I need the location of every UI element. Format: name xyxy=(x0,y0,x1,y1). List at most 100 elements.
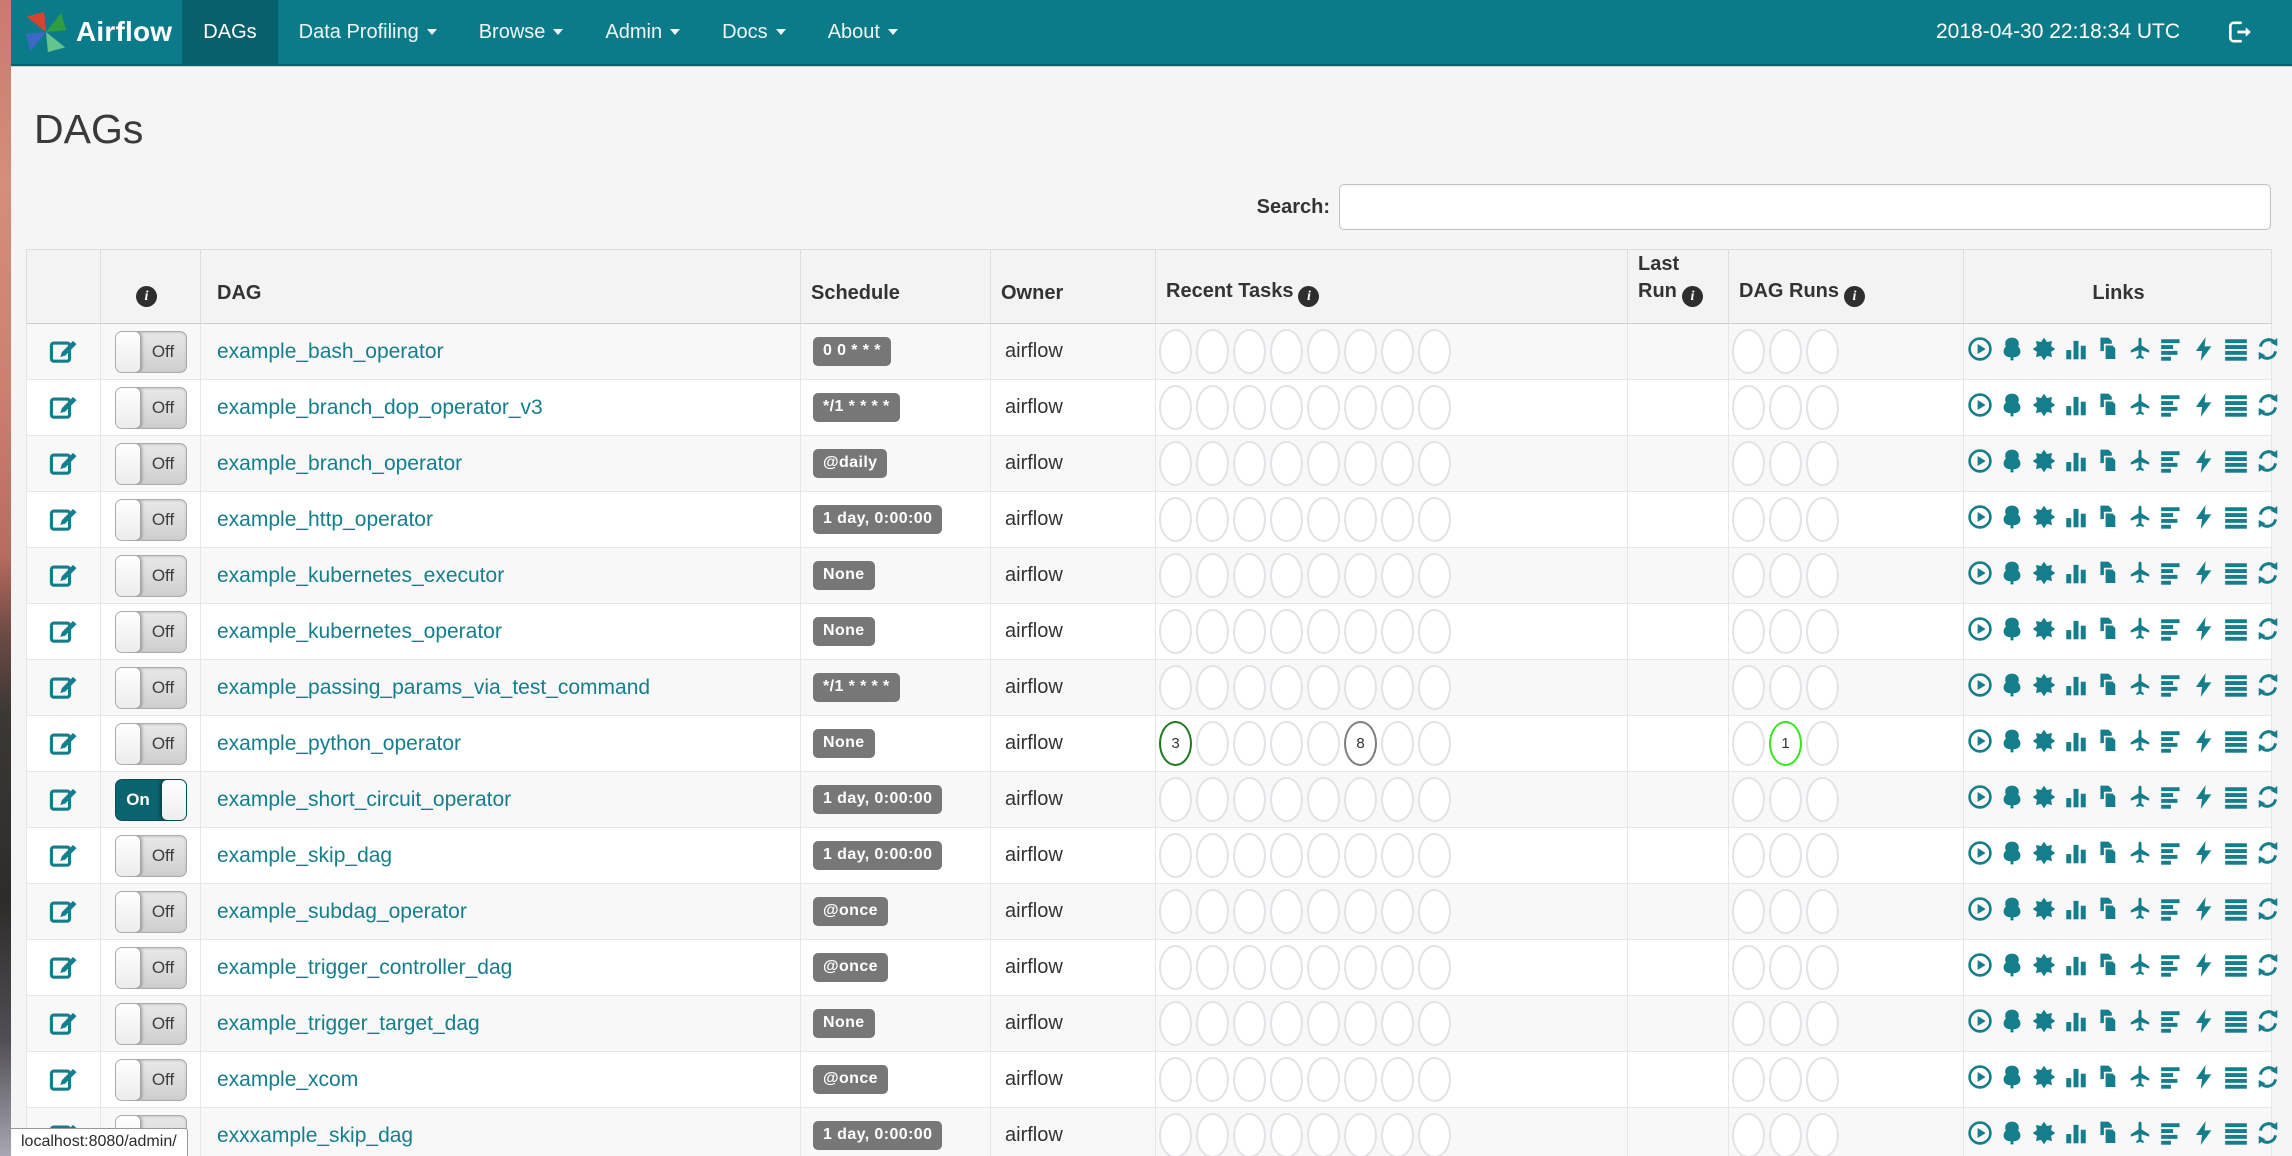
dag-pause-toggle[interactable]: Off xyxy=(114,498,187,541)
recent-task-circle[interactable] xyxy=(1381,441,1414,486)
task-duration-icon[interactable] xyxy=(2063,952,2089,978)
schedule-badge[interactable]: */1 * * * * xyxy=(813,393,900,422)
recent-task-circle[interactable] xyxy=(1159,1113,1192,1156)
recent-task-circle[interactable] xyxy=(1344,609,1377,654)
recent-task-circle[interactable] xyxy=(1159,777,1192,822)
dag-pause-toggle[interactable]: Off xyxy=(114,834,187,877)
dag-run-circle[interactable] xyxy=(1732,777,1765,822)
recent-task-circle[interactable] xyxy=(1307,889,1340,934)
edit-dag-icon[interactable] xyxy=(49,729,78,758)
recent-task-circle[interactable] xyxy=(1270,441,1303,486)
details-icon[interactable] xyxy=(2223,1008,2249,1034)
nav-item-docs[interactable]: Docs xyxy=(701,0,807,64)
dag-pause-toggle[interactable]: Off xyxy=(114,386,187,429)
recent-task-circle[interactable] xyxy=(1344,1001,1377,1046)
dag-run-circle[interactable] xyxy=(1769,1057,1802,1102)
recent-task-circle[interactable] xyxy=(1196,553,1229,598)
recent-task-circle[interactable] xyxy=(1418,889,1451,934)
landing-times-icon[interactable] xyxy=(2127,560,2153,586)
details-icon[interactable] xyxy=(2223,448,2249,474)
nav-item-data-profiling[interactable]: Data Profiling xyxy=(278,0,458,64)
dag-name-link[interactable]: example_http_operator xyxy=(217,508,433,531)
search-input[interactable] xyxy=(1339,184,2271,230)
recent-task-circle[interactable] xyxy=(1307,945,1340,990)
dag-pause-toggle[interactable]: Off xyxy=(114,554,187,597)
graph-view-icon[interactable] xyxy=(2031,784,2057,810)
recent-task-circle[interactable] xyxy=(1418,777,1451,822)
task-duration-icon[interactable] xyxy=(2063,840,2089,866)
gantt-icon[interactable] xyxy=(2159,392,2185,418)
gantt-icon[interactable] xyxy=(2159,672,2185,698)
recent-task-circle[interactable]: 8 xyxy=(1344,721,1377,766)
recent-task-circle[interactable] xyxy=(1381,889,1414,934)
trigger-dag-icon[interactable] xyxy=(1967,336,1993,362)
dag-run-circle[interactable] xyxy=(1732,889,1765,934)
schedule-badge[interactable]: @once xyxy=(813,897,888,926)
details-icon[interactable] xyxy=(2223,672,2249,698)
landing-times-icon[interactable] xyxy=(2127,840,2153,866)
recent-task-circle[interactable] xyxy=(1381,777,1414,822)
recent-task-circle[interactable] xyxy=(1196,1113,1229,1156)
tree-view-icon[interactable] xyxy=(1999,952,2025,978)
dag-run-circle[interactable] xyxy=(1732,441,1765,486)
recent-task-circle[interactable] xyxy=(1196,497,1229,542)
recent-task-circle[interactable] xyxy=(1196,385,1229,430)
recent-task-circle[interactable] xyxy=(1344,441,1377,486)
details-icon[interactable] xyxy=(2223,560,2249,586)
recent-task-circle[interactable] xyxy=(1270,553,1303,598)
recent-task-circle[interactable] xyxy=(1418,1001,1451,1046)
schedule-badge[interactable]: 1 day, 0:00:00 xyxy=(813,785,943,814)
code-icon[interactable] xyxy=(2191,336,2217,362)
recent-task-circle[interactable] xyxy=(1233,777,1266,822)
dag-pause-toggle[interactable]: Off xyxy=(114,330,187,373)
recent-task-circle[interactable] xyxy=(1159,1057,1192,1102)
refresh-icon[interactable] xyxy=(2255,784,2281,810)
dag-name-link[interactable]: example_subdag_operator xyxy=(217,900,467,923)
landing-times-icon[interactable] xyxy=(2127,392,2153,418)
task-duration-icon[interactable] xyxy=(2063,728,2089,754)
task-duration-icon[interactable] xyxy=(2063,1120,2089,1146)
dag-run-circle[interactable] xyxy=(1732,497,1765,542)
recent-task-circle[interactable] xyxy=(1196,721,1229,766)
recent-task-circle[interactable] xyxy=(1307,833,1340,878)
dag-run-circle[interactable] xyxy=(1806,1057,1839,1102)
nav-item-admin[interactable]: Admin xyxy=(584,0,701,64)
edit-dag-icon[interactable] xyxy=(49,953,78,982)
code-icon[interactable] xyxy=(2191,728,2217,754)
tree-view-icon[interactable] xyxy=(1999,448,2025,474)
recent-task-circle[interactable] xyxy=(1233,945,1266,990)
recent-task-circle[interactable] xyxy=(1418,721,1451,766)
recent-task-circle[interactable] xyxy=(1344,553,1377,598)
recent-task-circle[interactable] xyxy=(1381,609,1414,654)
dag-run-circle[interactable] xyxy=(1732,945,1765,990)
recent-task-circle[interactable] xyxy=(1233,609,1266,654)
dag-run-circle[interactable] xyxy=(1769,665,1802,710)
graph-view-icon[interactable] xyxy=(2031,504,2057,530)
gantt-icon[interactable] xyxy=(2159,1120,2185,1146)
details-icon[interactable] xyxy=(2223,784,2249,810)
graph-view-icon[interactable] xyxy=(2031,728,2057,754)
dag-run-circle[interactable] xyxy=(1769,1113,1802,1156)
refresh-icon[interactable] xyxy=(2255,952,2281,978)
recent-task-circle[interactable] xyxy=(1307,721,1340,766)
recent-task-circle[interactable] xyxy=(1307,497,1340,542)
recent-task-circle[interactable] xyxy=(1418,385,1451,430)
task-tries-icon[interactable] xyxy=(2095,896,2121,922)
dag-run-circle[interactable]: 1 xyxy=(1769,721,1802,766)
schedule-badge[interactable]: None xyxy=(813,729,875,758)
tree-view-icon[interactable] xyxy=(1999,1008,2025,1034)
recent-task-circle[interactable] xyxy=(1233,721,1266,766)
recent-task-circle[interactable] xyxy=(1381,497,1414,542)
task-tries-icon[interactable] xyxy=(2095,784,2121,810)
refresh-icon[interactable] xyxy=(2255,616,2281,642)
dag-run-circle[interactable] xyxy=(1732,1001,1765,1046)
refresh-icon[interactable] xyxy=(2255,1120,2281,1146)
task-tries-icon[interactable] xyxy=(2095,392,2121,418)
trigger-dag-icon[interactable] xyxy=(1967,616,1993,642)
recent-task-circle[interactable] xyxy=(1233,329,1266,374)
trigger-dag-icon[interactable] xyxy=(1967,560,1993,586)
code-icon[interactable] xyxy=(2191,1008,2217,1034)
nav-item-about[interactable]: About xyxy=(807,0,919,64)
dag-name-link[interactable]: example_passing_params_via_test_command xyxy=(217,676,650,699)
recent-task-circle[interactable] xyxy=(1159,889,1192,934)
